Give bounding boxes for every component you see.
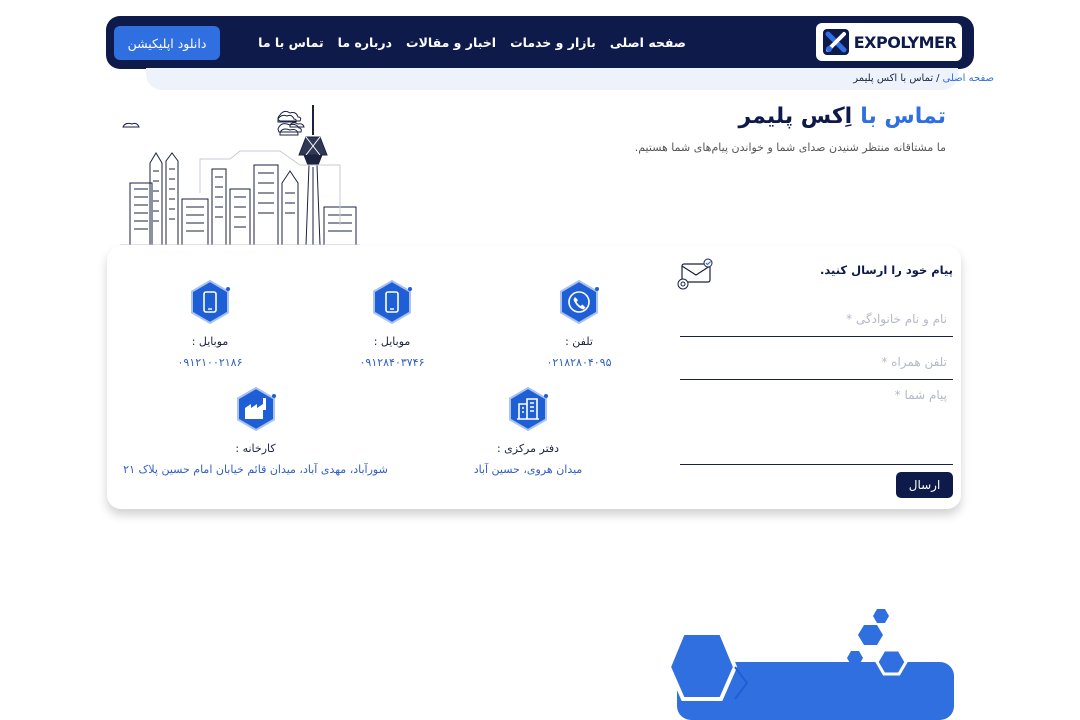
site-header: EXPOLYMER صفحه اصلی بازار و خدمات اخبار … xyxy=(106,16,974,69)
page-title-part2: اِکس پلیمر xyxy=(738,104,853,129)
phone-label: تلفن : xyxy=(565,335,593,348)
submit-button[interactable]: ارسال xyxy=(896,472,953,498)
logo[interactable]: EXPOLYMER xyxy=(816,23,962,61)
office-label: دفتر مرکزی : xyxy=(496,442,560,455)
message-field[interactable] xyxy=(680,386,953,465)
factory-value: شورآباد، مهدی آباد، میدان قائم خیابان ام… xyxy=(123,463,388,476)
nav-home[interactable]: صفحه اصلی xyxy=(610,35,686,50)
mobile-2-value[interactable]: ۰۹۱۲۱۰۰۲۱۸۶ xyxy=(110,356,310,369)
nav-about[interactable]: درباره ما xyxy=(338,35,392,50)
contact-mobile-2: موبایل : ۰۹۱۲۱۰۰۲۱۸۶ xyxy=(110,279,310,369)
mobile-phone-field[interactable] xyxy=(680,349,953,380)
building-icon xyxy=(509,386,548,432)
form-title: پیام خود را ارسال کنید. xyxy=(820,263,953,277)
breadcrumb-strip xyxy=(146,68,958,90)
nav-news-articles[interactable]: اخبار و مقالات xyxy=(406,35,496,50)
name-field[interactable] xyxy=(680,306,953,337)
page-title: تماس با اِکس پلیمر xyxy=(738,104,946,129)
mobile-2-label: موبایل : xyxy=(191,335,229,348)
breadcrumb-current: تماس با اکس پلیمر xyxy=(853,73,934,84)
contact-phone: تلفن : ۰۲۱۸۲۸۰۴۰۹۵ xyxy=(479,279,679,369)
mobile-icon xyxy=(373,279,412,325)
contact-factory: کارخانه : شورآباد، مهدی آباد، میدان قائم… xyxy=(108,386,403,476)
download-app-button[interactable]: دانلود اپلیکیشن xyxy=(114,26,220,60)
nav-contact[interactable]: تماس با ما xyxy=(258,35,324,50)
city-skyline-illustration xyxy=(120,105,360,245)
page-subtitle: ما مشتاقانه منتظر شنیدن صدای شما و خواند… xyxy=(634,141,946,154)
phone-icon xyxy=(560,279,599,325)
decorative-hexagons xyxy=(666,609,954,720)
breadcrumb: صفحه اصلی / تماس با اکس پلیمر xyxy=(853,73,994,84)
page-title-part1: تماس با xyxy=(860,104,946,129)
envelope-icon xyxy=(677,258,713,290)
breadcrumb-separator: / xyxy=(936,73,940,84)
mobile-1-label: موبایل : xyxy=(373,335,411,348)
breadcrumb-home[interactable]: صفحه اصلی xyxy=(943,73,994,84)
main-nav: صفحه اصلی بازار و خدمات اخبار و مقالات د… xyxy=(258,16,686,69)
factory-label: کارخانه : xyxy=(235,442,276,455)
phone-value[interactable]: ۰۲۱۸۲۸۰۴۰۹۵ xyxy=(479,356,679,369)
office-value: میدان هروی، حسین آباد xyxy=(473,463,583,476)
factory-icon xyxy=(236,386,276,432)
nav-market-services[interactable]: بازار و خدمات xyxy=(510,35,596,50)
logo-x-icon xyxy=(822,29,849,55)
mobile-1-value[interactable]: ۰۹۱۲۸۴۰۳۷۴۶ xyxy=(292,356,492,369)
mobile-icon xyxy=(191,279,230,325)
contact-office: دفتر مرکزی : میدان هروی، حسین آباد xyxy=(428,386,628,476)
contact-mobile-1: موبایل : ۰۹۱۲۸۴۰۳۷۴۶ xyxy=(292,279,492,369)
logo-text: EXPOLYMER xyxy=(853,32,957,52)
